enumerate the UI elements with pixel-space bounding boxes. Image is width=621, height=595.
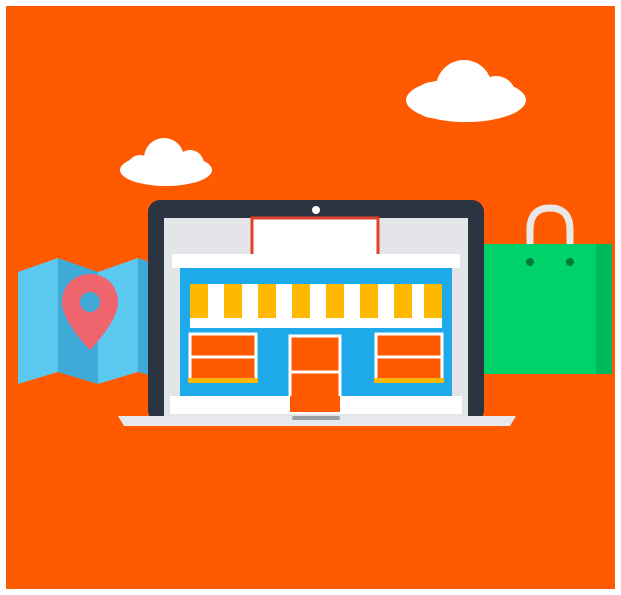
shop-window-left: [188, 332, 258, 383]
shop-window-right: [374, 332, 444, 383]
awning: [190, 284, 442, 328]
online-store-illustration: [6, 6, 615, 589]
webcam: [312, 206, 320, 214]
roof-ledge: [172, 254, 460, 268]
laptop-hinge: [292, 416, 340, 420]
